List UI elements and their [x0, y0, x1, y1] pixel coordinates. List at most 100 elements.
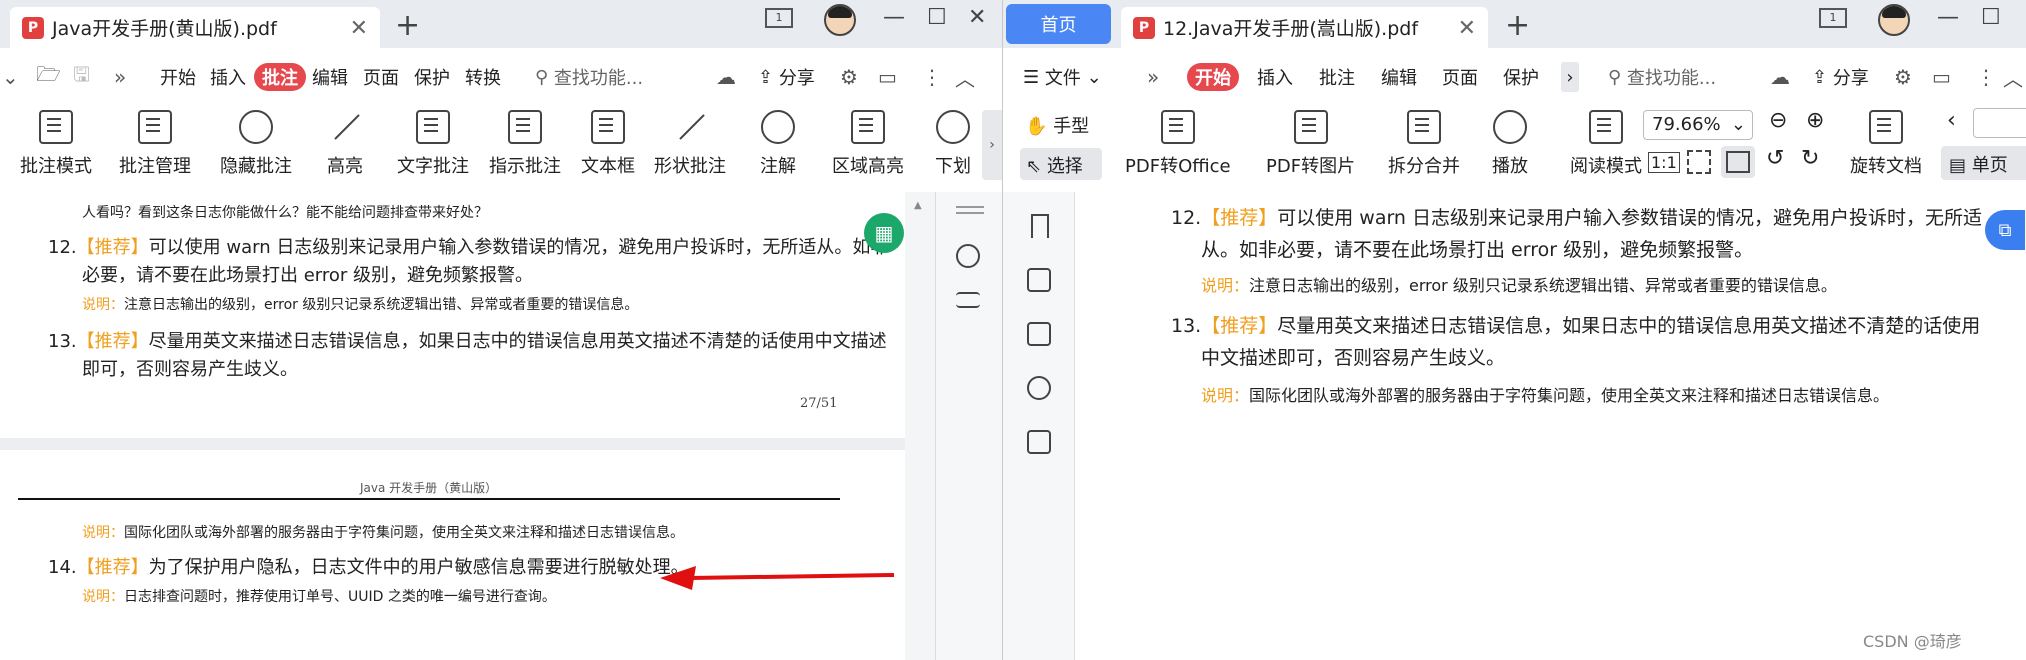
translate-tool-icon[interactable]: ⧉ [1985, 210, 2025, 250]
pointer-annotation-button[interactable]: 指示批注 [489, 110, 561, 178]
area-highlight-button[interactable]: 区域高亮 [832, 110, 904, 178]
chevron-left-icon[interactable]: ‹ [1947, 108, 1956, 133]
fit-page-icon[interactable] [1687, 150, 1711, 174]
single-page-button[interactable]: ▤ 单页 [1941, 146, 2026, 180]
underline-button[interactable]: 下划 [935, 110, 971, 178]
play-button[interactable]: 播放 [1492, 110, 1528, 178]
find-icon[interactable] [956, 244, 980, 268]
more-chevron-icon[interactable]: » [1147, 56, 1159, 98]
split-merge-button[interactable]: 拆分合并 [1388, 110, 1460, 178]
open-folder-icon[interactable]: 🗁 [36, 56, 61, 98]
collapse-ribbon-icon[interactable]: ︿ [955, 56, 975, 98]
zoom-in-icon[interactable]: ⊕ [1806, 108, 1824, 133]
highlight-button[interactable]: 高亮 [327, 110, 363, 178]
hide-annotation-button[interactable]: 隐藏批注 [220, 110, 292, 178]
search-placeholder: 查找功能... [553, 68, 644, 89]
menu-annotate[interactable]: 批注 [1319, 56, 1355, 98]
item-number: 12. [1171, 207, 1202, 229]
annotation-mode-button[interactable]: 批注模式 [20, 110, 92, 178]
thumbnail-image-icon[interactable] [1027, 268, 1051, 292]
chevron-down-icon[interactable]: ⌄ [2, 56, 19, 98]
scroll-up-icon[interactable]: ▲ [914, 200, 922, 211]
pdf-to-image-button[interactable]: PDF转图片 [1266, 110, 1355, 178]
close-icon[interactable]: ✕ [350, 16, 368, 41]
close-window-icon[interactable]: ✕ [968, 5, 986, 30]
menu-start[interactable]: 开始 [1187, 63, 1239, 91]
menu-page[interactable]: 页面 [363, 56, 399, 98]
avatar[interactable] [824, 4, 856, 36]
cloud-sync-icon[interactable]: ☁ [716, 56, 736, 98]
hand-tool-button[interactable]: ✋ 手型 [1025, 112, 1089, 138]
rotate-left-icon[interactable]: ↺ [1766, 146, 1784, 171]
share-button[interactable]: ⇪ 分享 [1812, 56, 1869, 98]
comment-icon[interactable]: ▭ [1932, 56, 1951, 98]
signature-icon[interactable] [1027, 430, 1051, 454]
comment-icon[interactable]: ▭ [878, 56, 897, 98]
bookmark-icon[interactable] [1031, 214, 1049, 238]
menu-protect[interactable]: 保护 [414, 56, 450, 98]
page-number-input[interactable] [1973, 108, 2026, 138]
file-menu[interactable]: ☰ 文件 ⌄ [1023, 56, 1102, 98]
table-tool-icon[interactable]: ▦ [864, 213, 904, 253]
shape-annotation-button[interactable]: 形状批注 [654, 110, 726, 178]
tab-java-manual-songshan[interactable]: P 12.Java开发手册(嵩山版).pdf ✕ [1121, 7, 1488, 48]
menu-annotate[interactable]: 批注 [254, 63, 306, 91]
minimize-icon[interactable]: — [883, 5, 905, 30]
textbox-button[interactable]: 文本框 [581, 110, 635, 178]
hand-icon: ✋ [1025, 116, 1054, 137]
new-tab-plus-icon[interactable]: + [1505, 8, 1530, 43]
menu-scroll-right-icon[interactable]: › [1561, 62, 1579, 92]
zoom-select[interactable]: 79.66% ⌄ [1643, 110, 1753, 140]
actual-size-icon[interactable]: 1:1 [1648, 152, 1680, 173]
note-button[interactable]: 注解 [760, 110, 796, 178]
rotate-document-button[interactable]: 旋转文档 [1850, 110, 1922, 178]
comment-icon[interactable] [1027, 322, 1051, 346]
close-icon[interactable]: ✕ [1458, 16, 1476, 41]
new-tab-plus-icon[interactable]: + [395, 8, 420, 43]
menu-edit[interactable]: 编辑 [1381, 56, 1417, 98]
menu-insert[interactable]: 插入 [1257, 56, 1293, 98]
avatar[interactable] [1878, 4, 1910, 36]
settings-gear-icon[interactable]: ⚙ [840, 56, 858, 98]
menu-edit[interactable]: 编辑 [312, 56, 348, 98]
drag-handle-icon[interactable] [956, 206, 984, 208]
menu-start[interactable]: 开始 [160, 56, 196, 98]
rotate-right-icon[interactable]: ↻ [1801, 146, 1819, 171]
fit-width-button[interactable] [1721, 146, 1755, 178]
zoom-out-icon[interactable]: ⊖ [1769, 108, 1787, 133]
minimize-icon[interactable]: — [1937, 5, 1959, 30]
more-vertical-icon[interactable]: ⋮ [922, 56, 942, 98]
maximize-icon[interactable]: ☐ [1981, 5, 2001, 30]
select-tool-button[interactable]: ⇖ 选择 [1020, 148, 1102, 180]
window-layout-icon[interactable]: 1 [765, 8, 793, 28]
home-tab[interactable]: 首页 [1006, 4, 1111, 44]
ribbon-scroll-right-icon[interactable]: › [982, 110, 1002, 180]
search-field[interactable]: ⚲ 查找功能... [1608, 56, 1716, 98]
text-annotation-button[interactable]: 文字批注 [397, 110, 469, 178]
textbox-icon [591, 110, 625, 144]
menu-protect[interactable]: 保护 [1503, 56, 1539, 98]
adjust-sliders-icon[interactable] [956, 292, 980, 308]
more-vertical-icon[interactable]: ⋮ [1976, 56, 1996, 98]
save-icon[interactable]: 🖫 [73, 56, 90, 98]
attachment-icon[interactable] [1027, 376, 1051, 400]
reading-mode-button[interactable]: 阅读模式 [1570, 110, 1642, 178]
menu-convert[interactable]: 转换 [465, 56, 501, 98]
vertical-scrollbar[interactable]: ▲ [905, 192, 935, 660]
annotation-manage-button[interactable]: 批注管理 [119, 110, 191, 178]
window-layout-icon[interactable]: 1 [1819, 8, 1847, 28]
collapse-ribbon-icon[interactable]: ︿ [2003, 56, 2023, 98]
search-field[interactable]: ⚲ 查找功能... [535, 56, 643, 98]
menu-page[interactable]: 页面 [1442, 56, 1478, 98]
search-placeholder: 查找功能... [1626, 68, 1717, 89]
share-button[interactable]: ⇪ 分享 [758, 56, 815, 98]
pdf-to-office-button[interactable]: PDF转Office [1125, 110, 1231, 178]
maximize-icon[interactable]: ☐ [927, 5, 947, 30]
cloud-sync-icon[interactable]: ☁ [1770, 56, 1790, 98]
menu-insert[interactable]: 插入 [210, 56, 246, 98]
settings-gear-icon[interactable]: ⚙ [1894, 56, 1912, 98]
csdn-watermark: CSDN @琦彦 [1863, 632, 1962, 651]
tab-java-manual-huangshan[interactable]: P Java开发手册(黄山版).pdf ✕ [10, 7, 380, 48]
more-chevron-icon[interactable]: » [114, 56, 126, 98]
pdf-file-icon: P [22, 16, 44, 39]
